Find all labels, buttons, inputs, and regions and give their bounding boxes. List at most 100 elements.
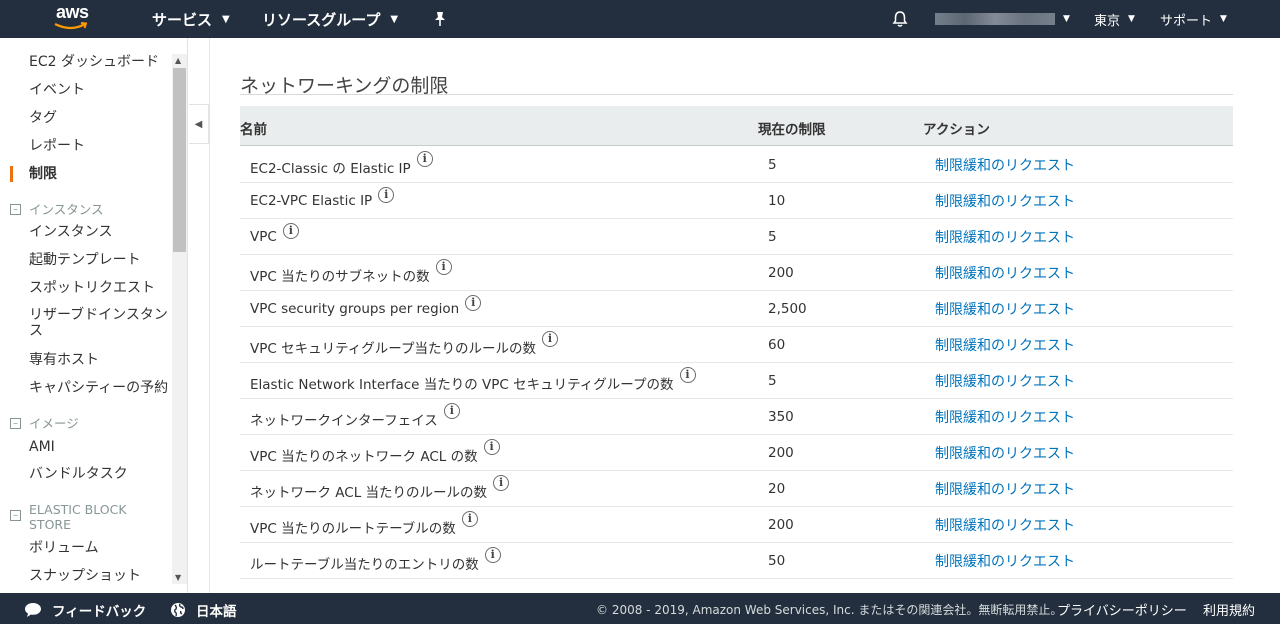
current-limit: 20 xyxy=(768,481,786,497)
sidebar-item-limits[interactable]: 制限 xyxy=(29,165,57,183)
sidebar-item-spot-requests[interactable]: スポットリクエスト xyxy=(29,279,155,297)
request-limit-increase-link[interactable]: 制限緩和のリクエスト xyxy=(935,227,1075,247)
request-limit-increase-link[interactable]: 制限緩和のリクエスト xyxy=(935,335,1075,355)
current-limit: 60 xyxy=(768,337,786,353)
sidebar-group-label: ELASTIC BLOCK STORE xyxy=(29,502,127,532)
pin-button[interactable] xyxy=(433,0,447,38)
request-limit-increase-link[interactable]: 制限緩和のリクエスト xyxy=(935,515,1075,535)
sidebar-item-dashboard[interactable]: EC2 ダッシュボード xyxy=(29,53,159,71)
table-row: ルートテーブル当たりのエントリの数 i 50 制限緩和のリクエスト xyxy=(240,543,1233,579)
request-limit-increase-link[interactable]: 制限緩和のリクエスト xyxy=(935,155,1075,175)
sidebar-item-tags[interactable]: タグ xyxy=(29,109,57,127)
sidebar-group-images[interactable]: – イメージ xyxy=(10,416,79,431)
sidebar-item-bundle-tasks[interactable]: バンドルタスク xyxy=(29,465,128,483)
globe-icon xyxy=(170,602,186,618)
table-row: VPC 当たりのルートテーブルの数 i 200 制限緩和のリクエスト xyxy=(240,507,1233,543)
speech-bubble-icon xyxy=(24,602,42,618)
feedback-button[interactable]: フィードバック xyxy=(24,600,146,620)
region-menu[interactable]: 東京 ▼ xyxy=(1094,0,1135,38)
privacy-policy-link[interactable]: プライバシーポリシー xyxy=(1057,600,1187,619)
sidebar-collapse-button[interactable]: ◀ xyxy=(189,104,209,144)
sidebar-item-reserved-instances[interactable]: リザーブドインスタンス xyxy=(29,307,171,339)
aws-logo[interactable]: aws xyxy=(50,2,110,36)
sidebar-group-ebs[interactable]: – ELASTIC BLOCK STORE xyxy=(10,502,139,532)
request-limit-increase-link[interactable]: 制限緩和のリクエスト xyxy=(935,371,1075,391)
info-icon[interactable]: i xyxy=(679,367,696,383)
sidebar-item-launch-templates[interactable]: 起動テンプレート xyxy=(29,251,141,269)
sidebar-item-snapshots[interactable]: スナップショット xyxy=(29,567,141,585)
current-limit: 200 xyxy=(768,265,794,281)
limit-name-cell: ネットワーク ACL 当たりのルールの数 i xyxy=(250,475,510,501)
table-row: EC2-VPC Elastic IP i 10 制限緩和のリクエスト xyxy=(240,183,1233,219)
info-icon[interactable]: i xyxy=(541,331,558,347)
services-menu[interactable]: サービス ▼ xyxy=(152,0,230,38)
table-row: VPC セキュリティグループ当たりのルールの数 i 60 制限緩和のリクエスト xyxy=(240,327,1233,363)
support-menu[interactable]: サポート ▼ xyxy=(1160,0,1227,38)
limit-name-cell: VPC セキュリティグループ当たりのルールの数 i xyxy=(250,331,558,357)
sidebar-item-events[interactable]: イベント xyxy=(29,81,85,99)
request-limit-increase-link[interactable]: 制限緩和のリクエスト xyxy=(935,299,1075,319)
sidebar: EC2 ダッシュボード イベント タグ レポート 制限 – インスタンス インス… xyxy=(0,38,188,593)
footer: フィードバック 日本語 © 2008 - 2019, Amazon Web Se… xyxy=(0,593,1280,624)
request-limit-increase-link[interactable]: 制限緩和のリクエスト xyxy=(935,263,1075,283)
request-limit-increase-link[interactable]: 制限緩和のリクエスト xyxy=(935,551,1075,571)
request-limit-increase-link[interactable]: 制限緩和のリクエスト xyxy=(935,479,1075,499)
column-header-name: 名前 xyxy=(240,122,267,138)
language-label: 日本語 xyxy=(196,604,237,620)
table-row: EC2-Classic の Elastic IP i 5 制限緩和のリクエスト xyxy=(240,147,1233,183)
table-header: 名前 現在の制限 アクション xyxy=(240,106,1233,146)
info-icon[interactable]: i xyxy=(416,151,433,167)
sidebar-item-dedicated-hosts[interactable]: 専有ホスト xyxy=(29,351,99,369)
limit-name: EC2-Classic の Elastic IP xyxy=(250,161,411,177)
sidebar-group-label: インスタンス xyxy=(29,202,104,217)
limit-name: EC2-VPC Elastic IP xyxy=(250,193,373,209)
table-row: ネットワークインターフェイス i 350 制限緩和のリクエスト xyxy=(240,399,1233,435)
sidebar-item-ami[interactable]: AMI xyxy=(29,438,55,456)
current-limit: 50 xyxy=(768,553,786,569)
sidebar-item-reports[interactable]: レポート xyxy=(29,137,85,155)
current-limit: 10 xyxy=(768,193,786,209)
table-row: VPC 当たりのサブネットの数 i 200 制限緩和のリクエスト xyxy=(240,255,1233,291)
scroll-up-icon[interactable]: ▲ xyxy=(175,56,181,65)
resource-groups-menu[interactable]: リソースグループ ▼ xyxy=(262,0,398,38)
chevron-down-icon: ▼ xyxy=(1063,14,1070,24)
sidebar-item-instances[interactable]: インスタンス xyxy=(29,223,112,241)
info-icon[interactable]: i xyxy=(435,259,452,275)
info-icon[interactable]: i xyxy=(443,403,460,419)
info-icon[interactable]: i xyxy=(461,511,478,527)
resource-groups-label: リソースグループ xyxy=(262,10,381,29)
limit-name-cell: EC2-Classic の Elastic IP i xyxy=(250,151,433,177)
support-label: サポート xyxy=(1160,13,1213,29)
language-selector[interactable]: 日本語 xyxy=(170,600,237,620)
info-icon[interactable]: i xyxy=(465,295,482,311)
limit-name-cell: VPC i xyxy=(250,223,299,245)
region-label: 東京 xyxy=(1094,13,1121,29)
scrollbar-thumb[interactable] xyxy=(173,68,186,252)
info-icon[interactable]: i xyxy=(493,475,510,491)
request-limit-increase-link[interactable]: 制限緩和のリクエスト xyxy=(935,443,1075,463)
limit-name-cell: VPC 当たりのサブネットの数 i xyxy=(250,259,452,285)
info-icon[interactable]: i xyxy=(484,547,501,563)
terms-of-use-link[interactable]: 利用規約 xyxy=(1203,600,1255,619)
notifications-button[interactable] xyxy=(891,0,909,38)
sidebar-scrollbar[interactable]: ▲ ▼ xyxy=(172,54,187,584)
sidebar-group-instances[interactable]: – インスタンス xyxy=(10,202,104,217)
account-name-redacted xyxy=(935,13,1055,25)
limit-name-cell: EC2-VPC Elastic IP i xyxy=(250,187,395,209)
scroll-down-icon[interactable]: ▼ xyxy=(175,573,181,582)
info-icon[interactable]: i xyxy=(282,223,299,239)
account-menu[interactable]: ▼ xyxy=(935,0,1070,38)
request-limit-increase-link[interactable]: 制限緩和のリクエスト xyxy=(935,191,1075,211)
request-limit-increase-link[interactable]: 制限緩和のリクエスト xyxy=(935,407,1075,427)
copyright-text: © 2008 - 2019, Amazon Web Services, Inc.… xyxy=(596,603,1063,617)
sidebar-item-volumes[interactable]: ボリューム xyxy=(29,539,99,557)
info-icon[interactable]: i xyxy=(483,439,500,455)
active-indicator xyxy=(10,166,13,182)
collapse-icon: – xyxy=(10,418,21,429)
pin-icon xyxy=(435,12,445,26)
info-icon[interactable]: i xyxy=(378,187,395,203)
sidebar-item-capacity-reservations[interactable]: キャパシティーの予約 xyxy=(29,379,168,397)
chevron-down-icon: ▼ xyxy=(1220,14,1227,24)
current-limit: 5 xyxy=(768,229,777,245)
limit-name-cell: VPC 当たりのルートテーブルの数 i xyxy=(250,511,478,537)
